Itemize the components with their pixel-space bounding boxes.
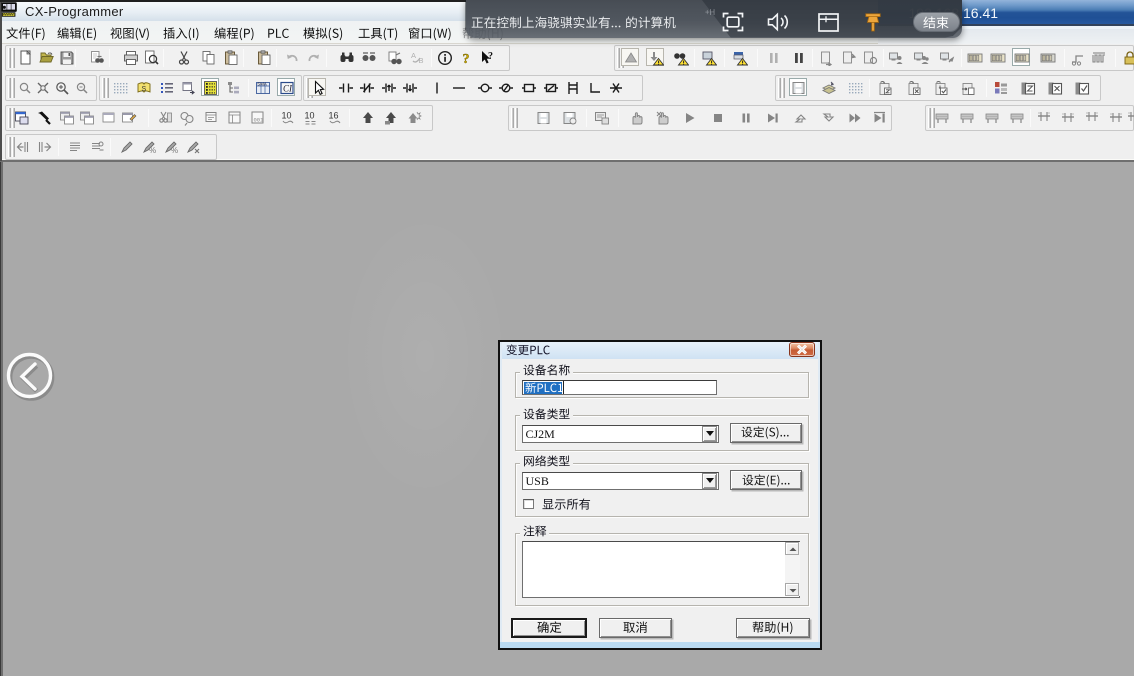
svg-text:%: %	[171, 146, 178, 155]
svg-text:?: ?	[463, 52, 470, 66]
svg-text:SMA: SMA	[257, 82, 267, 87]
svg-text:?: ?	[488, 51, 493, 62]
svg-text:10: 10	[282, 111, 292, 121]
svg-text:A: A	[411, 51, 416, 60]
svg-text:001: 001	[254, 117, 265, 124]
svg-text:B: B	[419, 56, 424, 65]
svg-text:10: 10	[305, 111, 315, 121]
svg-text:%: %	[149, 146, 156, 155]
svg-text:CI: CI	[283, 84, 293, 94]
svg-text:16: 16	[329, 111, 339, 121]
svg-text:S: S	[142, 86, 147, 93]
